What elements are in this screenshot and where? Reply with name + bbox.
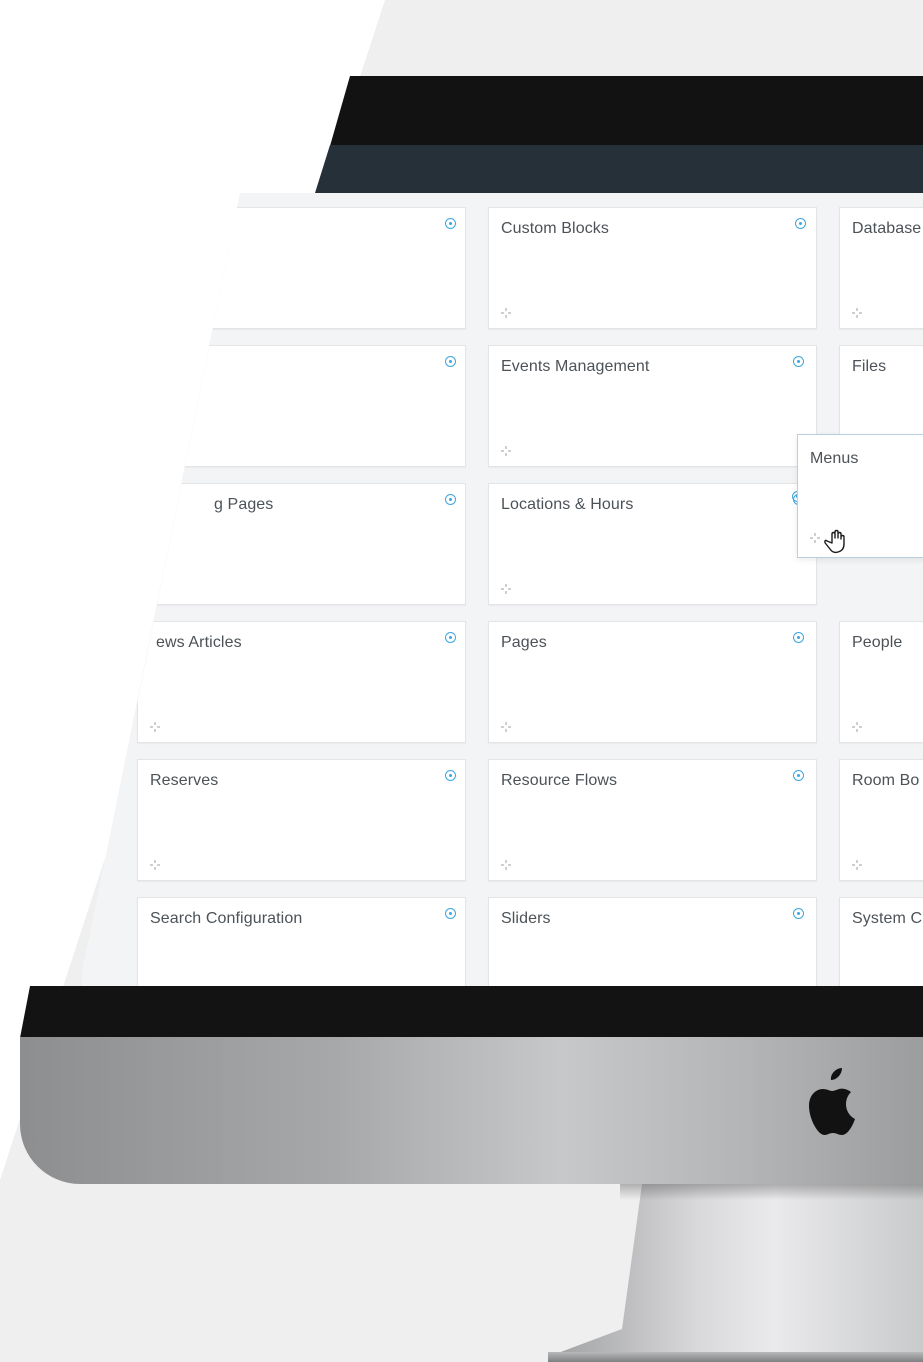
card-title: Events Management: [501, 358, 650, 375]
help-icon[interactable]: [793, 632, 804, 643]
dashboard-card-custom-blocks[interactable]: Custom Blocks: [488, 207, 817, 329]
apple-logo: [809, 1068, 855, 1135]
stand-shadow: [620, 1184, 923, 1200]
drag-move-icon[interactable]: [501, 722, 511, 732]
dashboard-card-resource-flows[interactable]: Resource Flows: [488, 759, 817, 881]
monitor-top-bezel: [330, 76, 923, 146]
help-icon[interactable]: [793, 770, 804, 781]
help-icon[interactable]: [445, 632, 456, 643]
drag-move-icon[interactable]: [501, 584, 511, 594]
card-title: Custom Blocks: [501, 220, 609, 237]
card-title: Resource Flows: [501, 772, 618, 789]
dashboard-card-people[interactable]: People: [839, 621, 923, 743]
hand-grab-cursor-icon: [824, 529, 845, 554]
card-title: Locations & Hours: [501, 496, 634, 513]
drag-move-icon[interactable]: [150, 722, 160, 732]
drag-move-icon[interactable]: [501, 860, 511, 870]
drag-move-icon[interactable]: [150, 860, 160, 870]
card-title: Pages: [501, 634, 547, 651]
drag-move-icon[interactable]: [810, 533, 820, 543]
card-title: Sliders: [501, 910, 551, 927]
dashboard-card-events-management[interactable]: Events Management: [488, 345, 817, 467]
dashboard-card-reserves[interactable]: Reserves: [137, 759, 466, 881]
dragging-card-menus[interactable]: Menus: [797, 434, 923, 558]
help-icon[interactable]: [445, 908, 456, 919]
help-icon[interactable]: [793, 908, 804, 919]
drag-move-icon[interactable]: [501, 446, 511, 456]
monitor-stand: [550, 1184, 923, 1362]
help-icon[interactable]: [793, 356, 804, 367]
card-title: Files: [852, 358, 887, 375]
dashboard-card-news-articles[interactable]: ews Articles: [137, 621, 466, 743]
stand-base: [548, 1352, 923, 1362]
dashboard-card-sliders[interactable]: Sliders: [488, 897, 817, 986]
drag-move-icon[interactable]: [852, 860, 862, 870]
help-icon[interactable]: [445, 356, 456, 367]
dashboard-card-locations-hours[interactable]: Locations & Hours: [488, 483, 817, 605]
card-title: Database: [852, 220, 922, 237]
card-title: System C: [852, 910, 923, 927]
card-title: ews Articles: [156, 634, 242, 651]
drag-move-icon[interactable]: [501, 308, 511, 318]
drag-move-icon[interactable]: [852, 308, 862, 318]
card-title: Room Bo: [852, 772, 920, 789]
card-title: Menus: [810, 450, 859, 467]
help-icon[interactable]: [445, 494, 456, 505]
card-title: Search Configuration: [150, 910, 303, 927]
app-header-bar: [315, 145, 923, 193]
dashboard-card-system-configuration[interactable]: System C: [839, 897, 923, 986]
dashboard-card-database[interactable]: Database: [839, 207, 923, 329]
monitor-chin: [20, 1037, 923, 1184]
monitor-bottom-bezel: [20, 986, 923, 1038]
help-icon[interactable]: [445, 770, 456, 781]
card-title: g Pages: [214, 496, 274, 513]
card-title: Reserves: [150, 772, 219, 789]
imac-monitor: Custom Blocks Database Events Management…: [0, 0, 923, 1362]
dashboard-card-room-booking[interactable]: Room Bo: [839, 759, 923, 881]
drag-move-icon[interactable]: [852, 722, 862, 732]
card-title: People: [852, 634, 903, 651]
dashboard-card-pages-partial[interactable]: g Pages: [137, 483, 466, 605]
help-icon[interactable]: [445, 218, 456, 229]
help-icon[interactable]: [795, 218, 806, 229]
dashboard-card-search-configuration[interactable]: Search Configuration: [137, 897, 466, 986]
dashboard-card-pages[interactable]: Pages: [488, 621, 817, 743]
